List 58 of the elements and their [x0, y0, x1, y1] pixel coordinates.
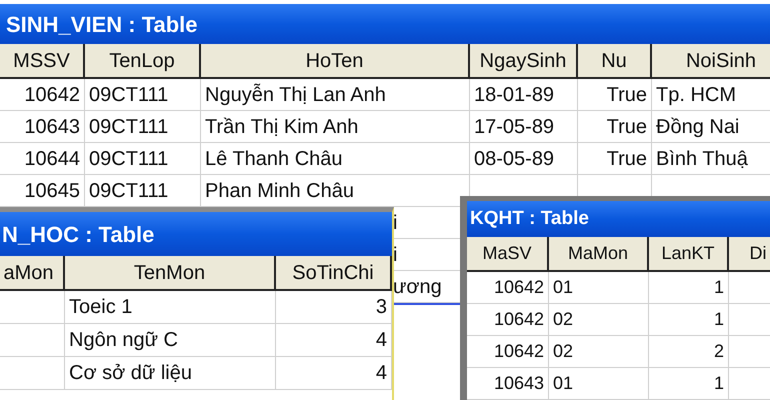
column-header[interactable]: TenLop — [85, 44, 201, 79]
table-cell: 10643 — [467, 368, 549, 400]
table-cell-text: ương — [393, 274, 442, 300]
table-cell: 09CT111 — [85, 111, 201, 143]
window-title: KQHT : Table — [470, 206, 589, 231]
table-cell: 02 — [549, 336, 649, 368]
table-cell: Toeic 1 — [65, 291, 276, 324]
table-cell: 01 — [549, 272, 649, 304]
column-header[interactable]: HoTen — [201, 44, 470, 79]
table-cell: 10643 — [0, 111, 85, 143]
table-cell: 08-05-89 — [470, 143, 578, 175]
table-cell: 10642 — [467, 304, 549, 336]
column-header[interactable]: MaSV — [467, 237, 549, 272]
column-header[interactable]: Nu — [578, 44, 652, 79]
table-cell: Ngôn ngữ C — [65, 324, 276, 357]
table-cell: True — [578, 111, 652, 143]
table-cell: 1 — [649, 304, 729, 336]
table-cell: 1 — [649, 272, 729, 304]
column-header[interactable]: aMon — [0, 256, 65, 291]
table-cell: 10644 — [0, 143, 85, 175]
table-cell: True — [578, 143, 652, 175]
table-cell: Trần Thị Kim Anh — [201, 111, 470, 143]
table-cell: 18-01-89 — [470, 79, 578, 111]
table-cell: Nguyễn Thị Lan Anh — [201, 79, 470, 111]
table-cell — [0, 324, 65, 357]
table-cell: 1 — [649, 368, 729, 400]
table-cell: 17-05-89 — [470, 111, 578, 143]
table-cell: 4 — [276, 357, 392, 390]
column-header[interactable]: MaMon — [549, 237, 649, 272]
table-cell — [0, 357, 65, 390]
table-cell: 10642 — [0, 79, 85, 111]
column-header[interactable]: TenMon — [65, 256, 276, 291]
table-cell: 09CT111 — [85, 143, 201, 175]
table-cell: Lê Thanh Châu — [201, 143, 470, 175]
column-header[interactable]: LanKT — [649, 237, 729, 272]
table-cell: Bình Thuậ — [652, 143, 770, 175]
column-header[interactable]: NgaySinh — [470, 44, 578, 79]
table-cell: 01 — [549, 368, 649, 400]
table-cell-text: i — [393, 242, 398, 268]
table-cell — [0, 291, 65, 324]
table-cell: 3 — [276, 291, 392, 324]
table-cell: 2 — [649, 336, 729, 368]
table-cell: 4 — [276, 324, 392, 357]
table-cell: 02 — [549, 304, 649, 336]
table-cell: Đồng Nai — [652, 111, 770, 143]
table-cell: 10642 — [467, 336, 549, 368]
table-cell: Tp. HCM — [652, 79, 770, 111]
window-title: N_HOC : Table — [2, 220, 154, 248]
column-header[interactable]: Di — [729, 237, 770, 272]
table-cell: 10642 — [467, 272, 549, 304]
table-cell: True — [578, 79, 652, 111]
column-header[interactable]: MSSV — [0, 44, 85, 79]
table-cell: Cơ sở dữ liệu — [65, 357, 276, 390]
column-header[interactable]: SoTinChi — [276, 256, 392, 291]
table-cell-text: i — [393, 210, 398, 236]
column-header[interactable]: NoiSinh — [652, 44, 770, 79]
table-cell: 09CT111 — [85, 79, 201, 111]
window-title: SINH_VIEN : Table — [6, 10, 198, 38]
